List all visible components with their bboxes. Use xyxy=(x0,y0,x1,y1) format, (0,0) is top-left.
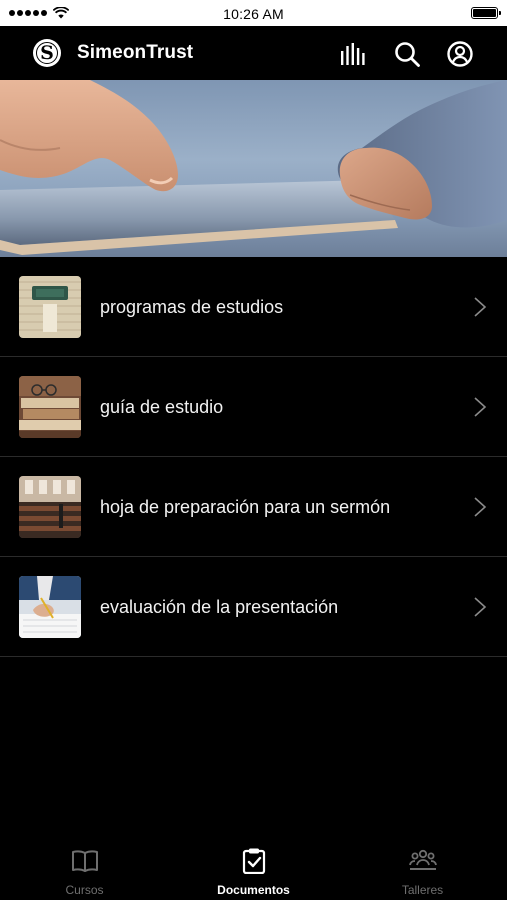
status-time: 10:26 AM xyxy=(223,6,284,22)
logo-letter: S xyxy=(36,42,58,64)
book-icon xyxy=(71,848,99,874)
stats-icon[interactable] xyxy=(339,40,367,68)
list-item[interactable]: hoja de preparación para un sermón xyxy=(0,457,507,557)
document-label: hoja de preparación para un sermón xyxy=(100,497,391,517)
document-list: programas de estudios guía de estudio ho… xyxy=(0,257,507,657)
writing-hand-thumbnail xyxy=(19,576,81,638)
account-icon[interactable] xyxy=(446,40,474,68)
tab-talleres[interactable]: Talleres xyxy=(338,838,507,900)
app-title: SimeonTrust xyxy=(77,42,194,63)
clipboard-check-icon xyxy=(240,848,268,874)
list-item[interactable]: programas de estudios xyxy=(0,257,507,357)
battery-icon xyxy=(471,7,501,19)
tab-label: Talleres xyxy=(401,883,444,897)
tab-bar: Cursos Documentos Talleres xyxy=(0,838,507,900)
chevron-right-icon xyxy=(473,496,487,518)
group-icon xyxy=(408,848,437,874)
tab-label: Cursos xyxy=(65,883,104,897)
list-item[interactable]: guía de estudio xyxy=(0,357,507,457)
tab-documentos[interactable]: Documentos xyxy=(169,838,338,900)
app-header: S SimeonTrust xyxy=(0,26,507,80)
books-glasses-thumbnail xyxy=(19,376,81,438)
app-logo[interactable]: S xyxy=(33,39,61,67)
hero-image xyxy=(0,80,507,257)
tab-label: Documentos xyxy=(217,883,290,897)
chevron-right-icon xyxy=(473,596,487,618)
document-label: guía de estudio xyxy=(100,397,224,417)
status-bar: 10:26 AM xyxy=(0,0,507,26)
list-item[interactable]: evaluación de la presentación xyxy=(0,557,507,657)
document-label: evaluación de la presentación xyxy=(100,597,339,617)
tab-cursos[interactable]: Cursos xyxy=(0,838,169,900)
lecture-hall-thumbnail xyxy=(19,476,81,538)
search-icon[interactable] xyxy=(393,40,421,68)
chevron-right-icon xyxy=(473,296,487,318)
notebook-thumbnail xyxy=(19,276,81,338)
document-label: programas de estudios xyxy=(100,297,284,317)
chevron-right-icon xyxy=(473,396,487,418)
